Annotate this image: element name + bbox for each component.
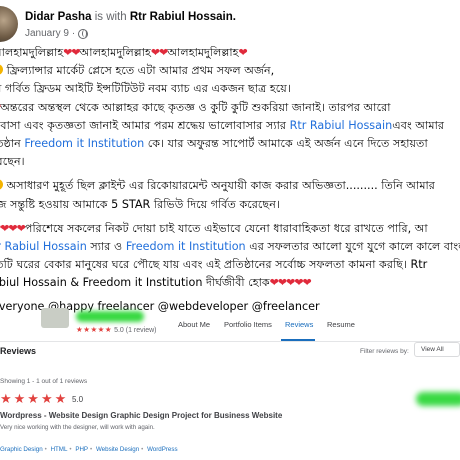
post-line: ❤❤❤❤পরিশেষে সকলের নিকট দোয়া চাই যাতে এই… xyxy=(0,220,460,238)
post-line: লবাসা এবং কৃতজ্ঞতা জানাই আমার পরম শ্রদ্ধ… xyxy=(0,118,444,132)
tab-portfolio-items[interactable]: Portfolio Items xyxy=(224,320,272,329)
profile-rating: ★★★★★ 5.0 (1 review) xyxy=(76,325,157,334)
filter-select[interactable]: View All xyxy=(414,342,460,357)
showing-count: Showing 1 - 1 out of 1 reviews xyxy=(0,378,88,385)
post-line: abiul Hossain & Freedom it Institution দ… xyxy=(0,276,312,290)
filter-label: Filter reviews by: xyxy=(360,348,409,355)
globe-icon xyxy=(78,28,89,39)
thumbs-up-emoji-icon xyxy=(0,179,3,191)
reviews-section: Reviews Filter reviews by: View All Show… xyxy=(0,342,460,460)
review-text: Very nice working with the designer, wil… xyxy=(0,424,155,431)
mention-link[interactable]: Freedom it Institution xyxy=(24,137,144,150)
post-meta: January 9 · xyxy=(25,28,89,39)
post-line: মি গর্বিত ফ্রিডম আইটি ইন্সটিটিউট নবম ব্য… xyxy=(0,82,291,96)
mention-link[interactable]: Rtr Rabiul Hossain xyxy=(290,119,393,132)
post-line: রেছেন। xyxy=(0,155,25,169)
skill-link[interactable]: WordPress xyxy=(147,446,178,453)
post-line: ফ্রিল্যান্সার মার্কেট প্লেসে হতে এটা আমা… xyxy=(0,62,460,80)
tagged-person[interactable]: Rtr Rabiul Hossain. xyxy=(130,11,236,23)
author-name[interactable]: Didar Pasha xyxy=(25,11,91,23)
post-header: Didar Pasha is with Rtr Rabiul Hossain. … xyxy=(0,6,460,42)
tab-about-me[interactable]: About Me xyxy=(178,320,210,329)
mention-link[interactable]: tr Rabiul Hossain xyxy=(0,240,87,253)
post-line: জে সন্তুষ্টি হওয়ায় আমাকে 5 STAR রিভিউ … xyxy=(0,197,280,211)
author-avatar[interactable] xyxy=(0,6,18,42)
tab-resume[interactable]: Resume xyxy=(327,320,355,329)
skill-link[interactable]: HTML xyxy=(51,446,68,453)
profile-bar: ★★★★★ 5.0 (1 review) About Me Portfolio … xyxy=(0,306,460,342)
post-body: আলহামদুলিল্লাহ❤❤আলহামদুলিল্লাহ❤❤আলহামদুল… xyxy=(0,44,460,316)
heart-icon: ❤❤ xyxy=(150,46,168,59)
blurred-name xyxy=(76,311,144,322)
reviews-title: Reviews xyxy=(0,346,37,356)
heart-icon: ❤❤❤❤❤ xyxy=(269,276,312,290)
blurred-client xyxy=(416,392,460,406)
freelancer-avatar[interactable] xyxy=(41,308,69,328)
skill-link[interactable]: PHP xyxy=(75,446,88,453)
heart-icon: ❤❤ xyxy=(63,46,80,59)
post-line: তিটি ঘরের বেকার মানুষের ঘরে পৌছে যায় এব… xyxy=(0,258,428,272)
review-score: 5.0 xyxy=(72,395,84,404)
tab-reviews[interactable]: Reviews xyxy=(285,320,313,329)
review-skills: Graphic Design • HTML • PHP • Website Desig… xyxy=(0,446,178,453)
post-line: তিষ্ঠান Freedom it Institution কে। যার অ… xyxy=(0,137,428,151)
heart-icon: ❤❤❤❤ xyxy=(0,221,26,235)
post-line: আলহামদুলিল্লাহ❤❤আলহামদুলিল্লাহ❤❤আলহামদুল… xyxy=(0,46,248,59)
skill-link[interactable]: Graphic Design xyxy=(0,446,43,453)
post-line: অসাধারণ মুহূর্ত ছিল ক্লাইন্ট এর রিকোয়ার… xyxy=(0,177,460,195)
post-line: ❤অন্তরের অন্তস্থল থেকে আল্লাহর কাছে কৃতজ… xyxy=(0,99,460,117)
author-line: Didar Pasha is with Rtr Rabiul Hossain. xyxy=(25,11,236,23)
skill-link[interactable]: Website Design xyxy=(96,446,139,453)
with-text: is with xyxy=(94,11,127,23)
review-project-title[interactable]: Wordpress - Website Design Graphic Desig… xyxy=(0,411,282,420)
review-stars: ★★★★★ xyxy=(0,392,69,407)
mention-link[interactable]: Freedom it Institution xyxy=(126,240,246,253)
post-date[interactable]: January 9 xyxy=(25,28,69,39)
heart-icon: ❤ xyxy=(238,46,248,59)
active-tab-indicator xyxy=(281,339,315,341)
post-line: tr Rabiul Hossain স্যার ও Freedom it Ins… xyxy=(0,238,460,256)
star-icon: ★★★★★ xyxy=(76,325,113,334)
smile-emoji-icon xyxy=(0,64,3,76)
